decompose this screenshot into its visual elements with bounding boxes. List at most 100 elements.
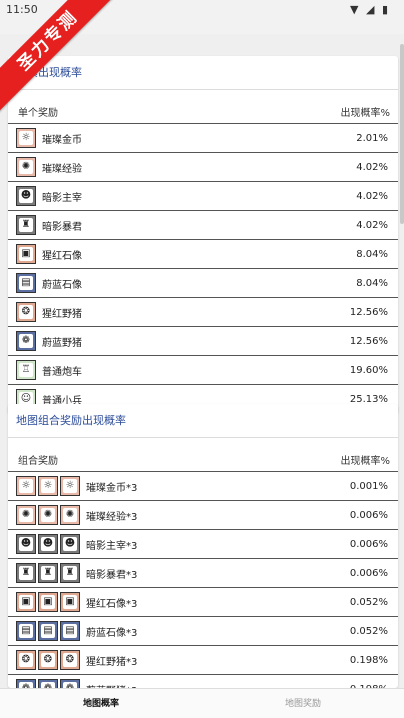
reward-icon: ▤	[16, 273, 36, 293]
reward-probability: 8.04%	[356, 277, 388, 289]
reward-probability: 0.052%	[349, 625, 388, 637]
table-row: ❂ 猩红野猪 12.56%	[8, 298, 398, 327]
tab-map-probability[interactable]: 地图概率	[0, 689, 202, 718]
reward-icon: ☻	[38, 534, 58, 554]
reward-name: 璀璨经验	[42, 163, 82, 175]
reward-icon: ✺	[16, 505, 36, 525]
reward-icon: ❁	[16, 331, 36, 351]
reward-glyph: ☼	[19, 131, 33, 145]
table-row: ♜ 暗影暴君 4.02%	[8, 211, 398, 240]
reward-icons: ✺	[16, 157, 36, 177]
reward-icon: ☻	[16, 534, 36, 554]
reward-icon: ♜	[60, 563, 80, 583]
reward-name: 猩红石像	[42, 250, 82, 262]
reward-name: 璀璨金币	[42, 134, 82, 146]
reward-icon: ☼	[38, 476, 58, 496]
header-reward: 组合奖励	[18, 456, 58, 467]
reward-glyph: ♜	[19, 218, 33, 232]
table-row: ❁ 蔚蓝野猪 12.56%	[8, 327, 398, 356]
reward-name: 暗影暴君	[42, 221, 82, 233]
header-reward: 单个奖励	[18, 108, 58, 119]
table-row: ▤ ▤ ▤ 蔚蓝石像*3 0.052%	[8, 617, 398, 646]
reward-glyph: ♜	[19, 566, 33, 580]
reward-icons: ♖	[16, 360, 36, 380]
status-time: 11:50	[6, 3, 38, 16]
reward-icon: ♜	[16, 215, 36, 235]
reward-probability: 0.006%	[349, 538, 388, 550]
reward-icon: ☼	[16, 476, 36, 496]
table-row: ❂ ❂ ❂ 猩红野猪*3 0.198%	[8, 646, 398, 675]
reward-icon: ❂	[16, 302, 36, 322]
reward-icon: ❂	[16, 650, 36, 670]
reward-icons: ♜ ♜ ♜	[16, 563, 80, 583]
table-row: ▣ 猩红石像 8.04%	[8, 240, 398, 269]
system-icons: ▼ ◢ ▮	[350, 3, 390, 16]
reward-name: 普通炮车	[42, 366, 82, 378]
reward-icons: ❂	[16, 302, 36, 322]
reward-glyph: ▣	[19, 595, 33, 609]
reward-glyph: ☻	[63, 537, 77, 551]
reward-icon: ♖	[16, 360, 36, 380]
reward-icon: ▤	[60, 621, 80, 641]
reward-name: 璀璨经验*3	[86, 511, 138, 523]
reward-probability: 0.006%	[349, 509, 388, 521]
reward-icon: ♜	[16, 563, 36, 583]
reward-glyph: ♖	[19, 363, 33, 377]
reward-probability: 4.02%	[356, 190, 388, 202]
table-row: ✺ 璀璨经验 4.02%	[8, 153, 398, 182]
reward-glyph: ❂	[19, 305, 33, 319]
reward-glyph: ❂	[41, 653, 55, 667]
reward-glyph: ✺	[41, 508, 55, 522]
reward-glyph: ☻	[41, 537, 55, 551]
reward-icons: ▣ ▣ ▣	[16, 592, 80, 612]
reward-icons: ❁❁❁	[16, 679, 80, 688]
reward-icons: ❂ ❂ ❂	[16, 650, 80, 670]
reward-glyph: ❂	[19, 653, 33, 667]
reward-icons: ▣	[16, 244, 36, 264]
reward-icon: ▣	[16, 592, 36, 612]
reward-icons: ✺ ✺ ✺	[16, 505, 80, 525]
reward-icon: ✺	[16, 157, 36, 177]
reward-probability: 4.02%	[356, 161, 388, 173]
reward-glyph: ❂	[63, 653, 77, 667]
reward-glyph: ✺	[19, 160, 33, 174]
reward-name: 猩红野猪*3	[86, 656, 138, 668]
combos-table-header: 组合奖励 出现概率%	[8, 442, 398, 472]
reward-probability: 12.56%	[349, 335, 388, 347]
reward-icons: ☻ ☻ ☻	[16, 534, 80, 554]
reward-probability: 25.13%	[349, 393, 388, 405]
reward-glyph: ♜	[41, 566, 55, 580]
table-row: ▤ 蔚蓝石像 8.04%	[8, 269, 398, 298]
table-row: ▣ ▣ ▣ 猩红石像*3 0.052%	[8, 588, 398, 617]
reward-glyph: ✺	[19, 508, 33, 522]
reward-glyph: ▣	[41, 595, 55, 609]
reward-glyph: ▤	[63, 624, 77, 638]
reward-icon: ❂	[60, 650, 80, 670]
reward-name: 蔚蓝石像	[42, 279, 82, 291]
reward-name: 猩红石像*3	[86, 598, 138, 610]
reward-glyph: ▤	[19, 624, 33, 638]
scrollbar[interactable]	[400, 44, 404, 224]
reward-icons: ☻	[16, 186, 36, 206]
table-row: ❁❁❁蔚蓝野猪*30.198%	[8, 675, 398, 688]
reward-name: 暗影暴君*3	[86, 569, 138, 581]
reward-glyph: ♜	[63, 566, 77, 580]
tab-map-rewards[interactable]: 地图奖励	[202, 689, 404, 718]
reward-icon: ☻	[16, 186, 36, 206]
reward-name: 蔚蓝石像*3	[86, 627, 138, 639]
reward-icon: ▣	[16, 244, 36, 264]
reward-icon: ▣	[38, 592, 58, 612]
table-row: ☼ 璀璨金币 2.01%	[8, 124, 398, 153]
reward-glyph: ❁	[19, 334, 33, 348]
reward-probability: 4.02%	[356, 219, 388, 231]
reward-icons: ☼ ☼ ☼	[16, 476, 80, 496]
reward-icon: ▣	[60, 592, 80, 612]
table-row: ☻ 暗影主宰 4.02%	[8, 182, 398, 211]
reward-icons: ▤ ▤ ▤	[16, 621, 80, 641]
reward-probability: 2.01%	[356, 132, 388, 144]
singles-table-header: 单个奖励 出现概率%	[8, 94, 398, 124]
reward-glyph: ▣	[19, 247, 33, 261]
reward-probability: 19.60%	[349, 364, 388, 376]
reward-glyph: ▣	[63, 595, 77, 609]
combos-table-body: ☼ ☼ ☼ 璀璨金币*3 0.001% ✺ ✺ ✺ 璀璨经验*3 0.006% ☻ ☻ ☻ 暗影主宰*3 0…	[8, 472, 398, 688]
